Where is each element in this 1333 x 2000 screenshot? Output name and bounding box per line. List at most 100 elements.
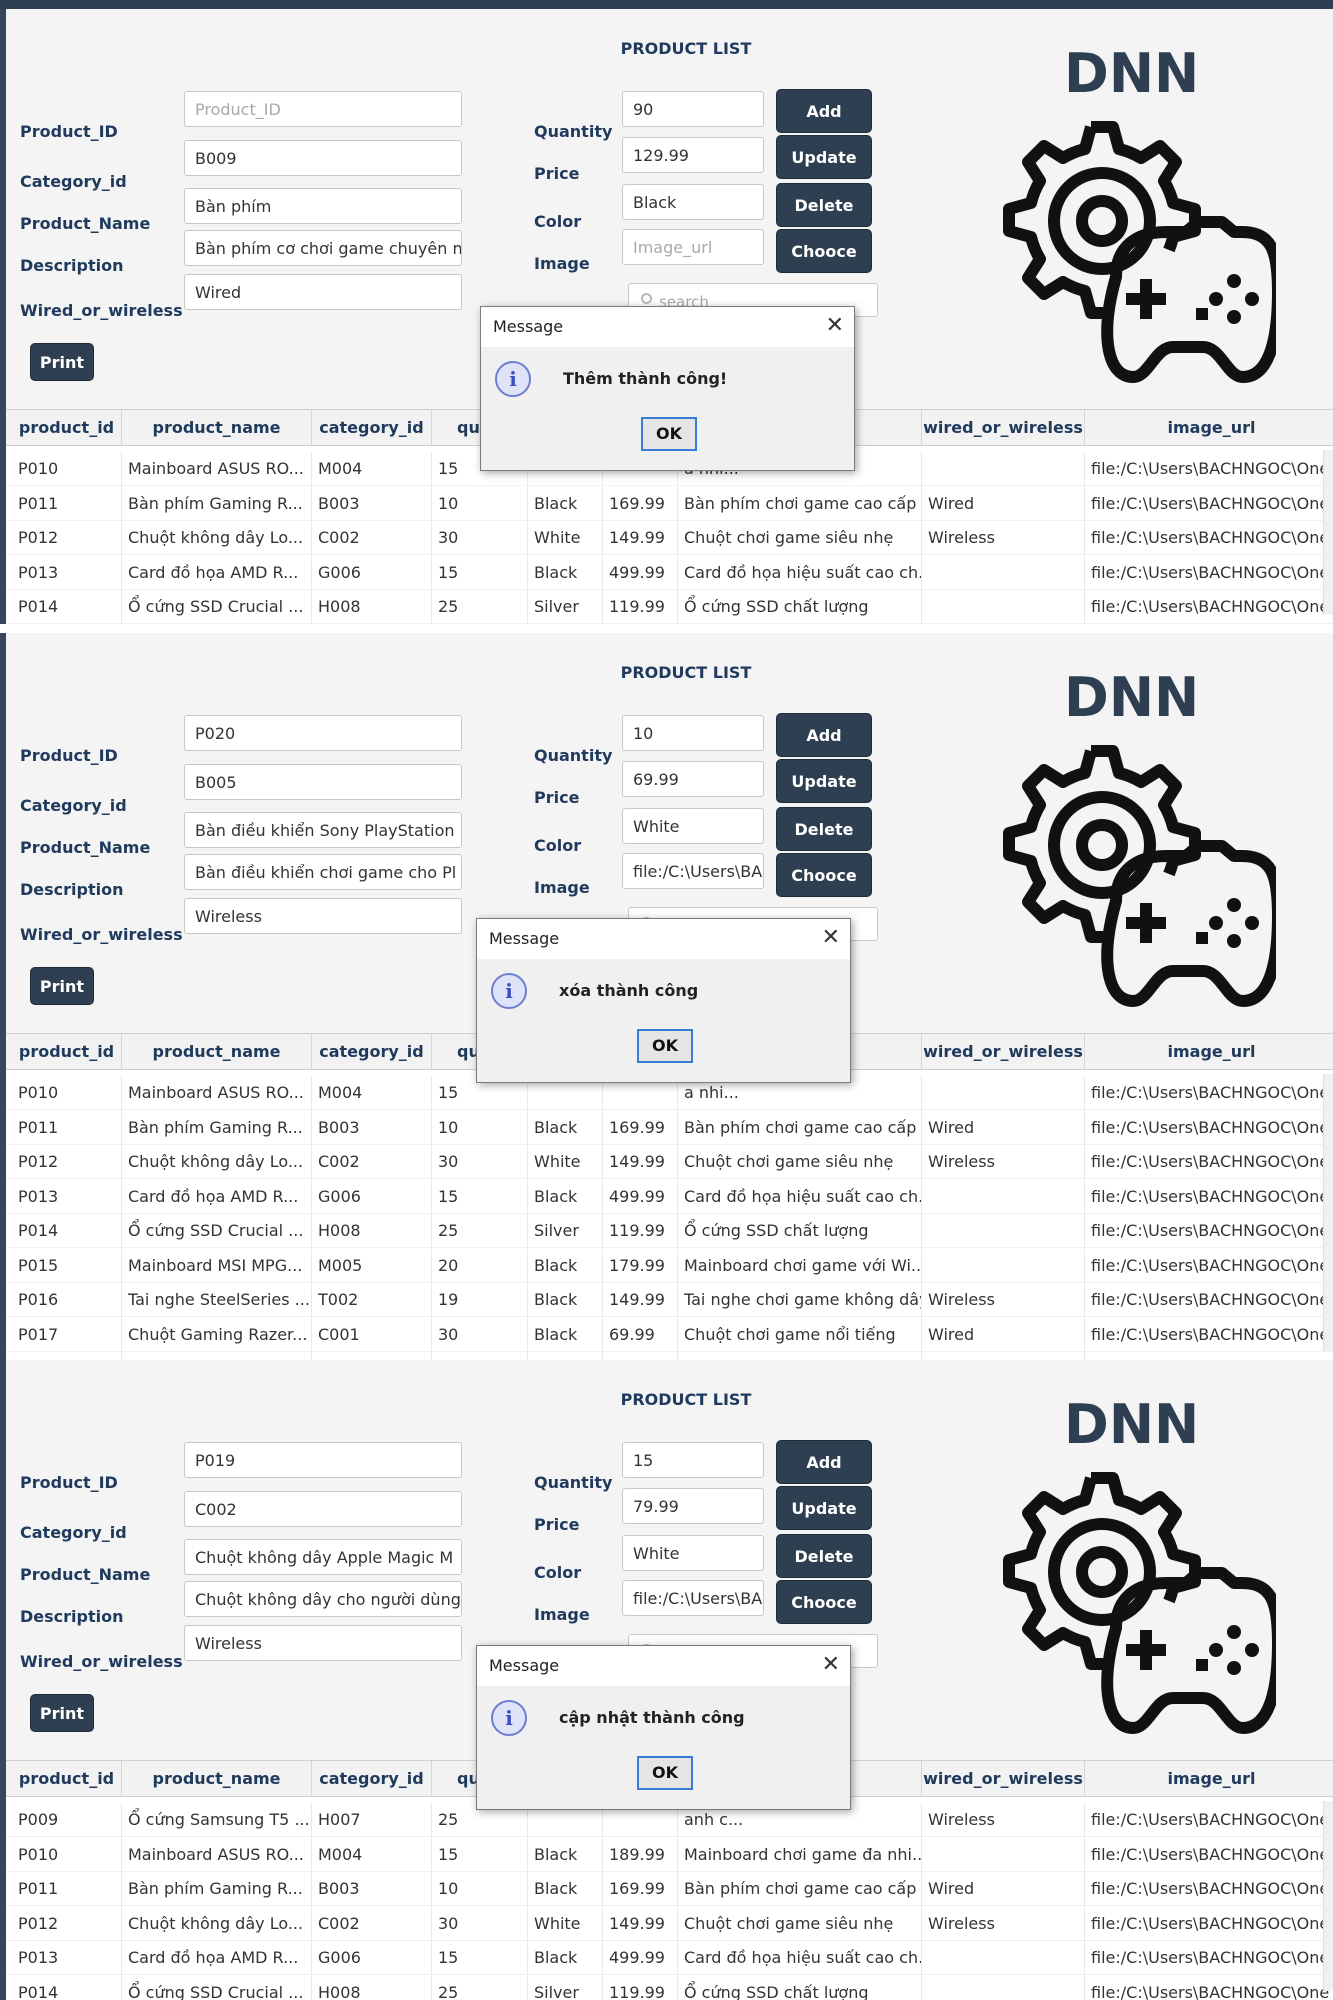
table-cell: Black [528, 1941, 603, 1975]
wired-field[interactable]: Wireless [184, 1625, 462, 1661]
table-row[interactable]: P014 Ổ cứng SSD Crucial ... H008 25 Silver 11… [6, 1214, 1333, 1248]
table-cell: M005 [312, 1248, 432, 1283]
update-button[interactable]: Update [776, 1486, 872, 1530]
column-header[interactable]: image_url [1085, 410, 1333, 446]
quantity-field[interactable]: 90 [622, 91, 764, 127]
product-id-field[interactable]: P020 [184, 715, 462, 751]
price-field[interactable]: 79.99 [622, 1488, 764, 1524]
category-id-field[interactable]: C002 [184, 1491, 462, 1527]
table-row[interactable]: P012 Chuột không dây Lo... C002 30 White 149.… [6, 1906, 1333, 1941]
column-header[interactable]: product_name [122, 410, 312, 446]
choose-button[interactable]: Chooce [776, 229, 872, 273]
table-cell: Tai nghe SteelSeries ... [122, 1283, 312, 1317]
table-cell: C002 [312, 1145, 432, 1179]
print-button[interactable]: Print [30, 1694, 94, 1732]
table-cell: H007 [312, 1803, 432, 1837]
table-cell: file:/C:\Users\BACHNGOC\One [1085, 1352, 1333, 1360]
column-header[interactable]: product_name [122, 1034, 312, 1070]
color-field[interactable]: White [622, 808, 764, 844]
description-field[interactable]: Bàn điều khiển chơi game cho Pl [184, 854, 462, 890]
product-id-field[interactable]: P019 [184, 1442, 462, 1478]
table-scrollbar[interactable] [1323, 1801, 1333, 1991]
category-id-field[interactable]: B005 [184, 764, 462, 800]
table-row[interactable]: P011 Bàn phím Gaming R... B003 10 Black 169.9… [6, 486, 1333, 521]
update-button[interactable]: Update [776, 135, 872, 179]
column-header[interactable]: category_id [312, 1761, 432, 1797]
description-field[interactable]: Chuột không dây cho người dùng [184, 1581, 462, 1617]
table-cell: Chuột không dây Lo... [122, 1145, 312, 1179]
delete-button[interactable]: Delete [776, 807, 872, 851]
ok-button[interactable]: OK [637, 1029, 693, 1063]
table-cell: file:/C:\Users\BACHNGOC\One [1085, 1872, 1333, 1906]
label-wired: Wired_or_wireless [20, 301, 183, 320]
close-icon[interactable]: ✕ [822, 925, 840, 950]
table-cell: G006 [312, 1941, 432, 1975]
table-row[interactable]: P016 Tai nghe SteelSeries ... T002 19 Black 1… [6, 1283, 1333, 1317]
table-cell: G006 [312, 555, 432, 590]
table-row[interactable]: P017 Chuột Gaming Razer... C001 30 Black 69.9… [6, 1317, 1333, 1352]
delete-button[interactable]: Delete [776, 1534, 872, 1578]
column-header[interactable]: wired_or_wireless [922, 1761, 1085, 1797]
product-name-field[interactable]: Bàn phím [184, 188, 462, 224]
table-scrollbar[interactable] [1323, 1074, 1333, 1351]
category-id-field[interactable]: B009 [184, 140, 462, 176]
table-scrollbar[interactable] [1323, 450, 1333, 615]
print-button[interactable]: Print [30, 343, 94, 381]
column-header[interactable]: product_id [12, 410, 122, 446]
close-icon[interactable]: ✕ [826, 313, 844, 338]
wired-field[interactable]: Wired [184, 274, 462, 310]
column-header[interactable]: product_id [12, 1034, 122, 1070]
choose-button[interactable]: Chooce [776, 853, 872, 897]
table-row[interactable]: P012 Chuột không dây Lo... C002 30 White 149.… [6, 1145, 1333, 1179]
price-field[interactable]: 129.99 [622, 137, 764, 173]
table-row[interactable]: P012 Chuột không dây Lo... C002 30 White 149.… [6, 521, 1333, 555]
column-header[interactable]: product_name [122, 1761, 312, 1797]
column-header[interactable]: image_url [1085, 1034, 1333, 1070]
table-row[interactable]: P013 Card đồ họa AMD R... G006 15 Black 499.9… [6, 1179, 1333, 1214]
image-field[interactable]: file:/C:\Users\BA [622, 853, 764, 889]
table-row[interactable]: P013 Card đồ họa AMD R... G006 15 Black 499.9… [6, 1941, 1333, 1975]
ok-button[interactable]: OK [641, 417, 697, 451]
quantity-field[interactable]: 15 [622, 1442, 764, 1478]
dialog-title: Message [477, 1646, 850, 1686]
price-field[interactable]: 69.99 [622, 761, 764, 797]
add-button[interactable]: Add [776, 89, 872, 133]
table-cell: P012 [12, 521, 122, 555]
description-field[interactable]: Bàn phím cơ chơi game chuyên n [184, 230, 462, 266]
column-header[interactable]: category_id [312, 410, 432, 446]
table-row[interactable]: P014 Ổ cứng SSD Crucial ... H008 25 Silver 11… [6, 590, 1333, 624]
brand-logo-text: DNN [1064, 1393, 1200, 1456]
product-id-field[interactable]: Product_ID [184, 91, 462, 127]
update-button[interactable]: Update [776, 759, 872, 803]
add-button[interactable]: Add [776, 1440, 872, 1484]
delete-button[interactable]: Delete [776, 183, 872, 227]
quantity-field[interactable]: 10 [622, 715, 764, 751]
table-cell: file:/C:\Users\BACHNGOC\One [1085, 1803, 1333, 1837]
image-field[interactable]: file:/C:\Users\BA [622, 1580, 764, 1616]
table-row[interactable]: P011 Bàn phím Gaming R... B003 10 Black 169.9… [6, 1110, 1333, 1145]
close-icon[interactable]: ✕ [822, 1652, 840, 1677]
wired-field[interactable]: Wireless [184, 898, 462, 934]
product-name-field[interactable]: Bàn điều khiển Sony PlayStation I [184, 812, 462, 848]
column-header[interactable]: product_id [12, 1761, 122, 1797]
table-cell: Black [528, 1283, 603, 1317]
table-row[interactable]: P015 Mainboard MSI MPG... M005 20 Black 179.9… [6, 1248, 1333, 1283]
color-field[interactable]: Black [622, 184, 764, 220]
table-row[interactable]: P010 Mainboard ASUS RO... M004 15 Black 189.9… [6, 1837, 1333, 1872]
table-row[interactable]: P013 Card đồ họa AMD R... G006 15 Black 499.9… [6, 555, 1333, 590]
column-header[interactable]: wired_or_wireless [922, 1034, 1085, 1070]
table-row[interactable]: P011 Bàn phím Gaming R... B003 10 Black 169.9… [6, 1872, 1333, 1906]
column-header[interactable]: category_id [312, 1034, 432, 1070]
table-row[interactable]: P018Bàn phím Logitech G...B00325Black129… [6, 1352, 1333, 1360]
table-row[interactable]: P014 Ổ cứng SSD Crucial ... H008 25 Silver 11… [6, 1975, 1333, 2000]
image-field[interactable]: Image_url [622, 229, 764, 265]
column-header[interactable]: wired_or_wireless [922, 410, 1085, 446]
product-name-field[interactable]: Chuột không dây Apple Magic M [184, 1539, 462, 1575]
color-field[interactable]: White [622, 1535, 764, 1571]
choose-button[interactable]: Chooce [776, 1580, 872, 1624]
add-button[interactable]: Add [776, 713, 872, 757]
column-header[interactable]: image_url [1085, 1761, 1333, 1797]
print-button[interactable]: Print [30, 967, 94, 1005]
table-cell: Chuột chơi game nổi tiếng [678, 1317, 922, 1352]
ok-button[interactable]: OK [637, 1756, 693, 1790]
